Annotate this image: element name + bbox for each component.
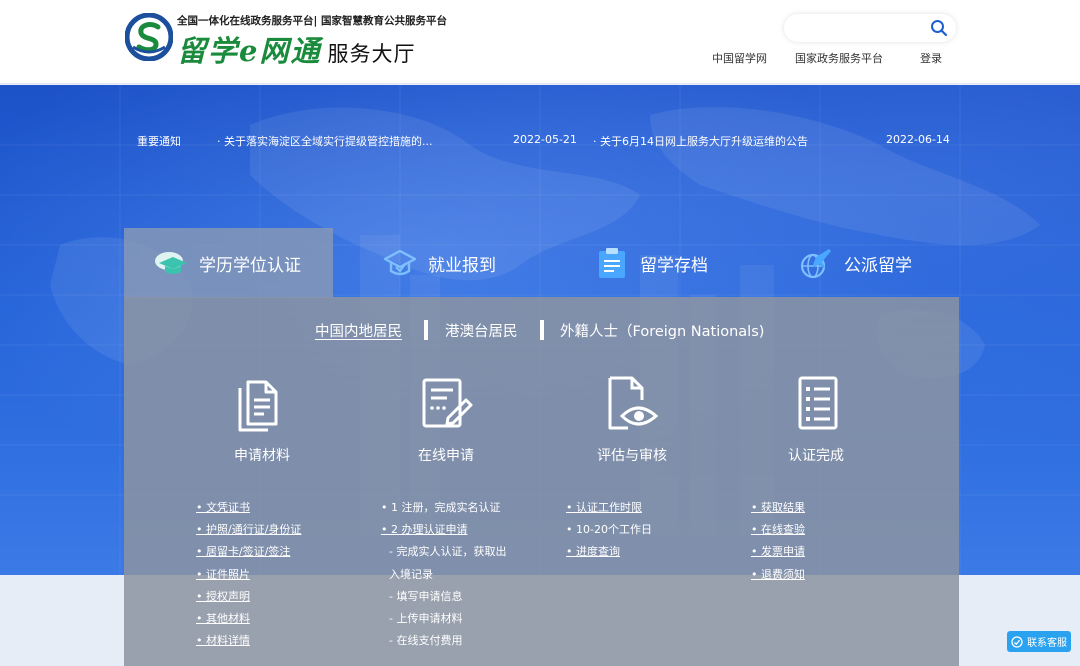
- airplane-globe-icon: [800, 249, 831, 279]
- list-item: • 10-20个工作日: [566, 523, 652, 537]
- online-form-icon: [422, 378, 473, 428]
- list-item[interactable]: • 获取结果: [751, 497, 805, 519]
- documents-icon: [238, 380, 278, 432]
- brand-name: 留学e网通: [177, 34, 322, 68]
- subtab-foreign-nationals[interactable]: 外籍人士（Foreign Nationals): [560, 320, 764, 341]
- step-title-completion: 认证完成: [788, 448, 844, 464]
- step-title-evaluation: 评估与审核: [597, 448, 667, 464]
- online-application-list: • 1 注册，完成实名认证 • 2 办理认证申请 - 完成实人认证，获取出 入境…: [381, 497, 506, 652]
- list-item[interactable]: • 在线查验: [751, 519, 805, 541]
- search-icon[interactable]: [930, 19, 948, 37]
- contact-service-label: 联系客服: [1027, 638, 1067, 649]
- search-box: [784, 14, 956, 42]
- notice-bar: 重要通知 · 关于落实海淀区全域实行提级管控措施的... 2022-05-21 …: [0, 133, 1080, 151]
- evaluation-list: • 认证工作时限 • 10-20个工作日 • 进度查询: [566, 497, 652, 564]
- subtab-mainland-residents[interactable]: 中国内地居民: [315, 320, 402, 341]
- notice-date-1: 2022-05-21: [513, 133, 577, 146]
- site-logo-icon[interactable]: [125, 13, 173, 61]
- notice-label: 重要通知: [137, 135, 181, 148]
- list-subitem: - 填写申请信息: [389, 589, 463, 603]
- step-title-online-application: 在线申请: [418, 448, 474, 464]
- list-item[interactable]: • 进度查询: [566, 541, 652, 563]
- tab-study-abroad-archive[interactable]: 留学存档: [594, 240, 708, 286]
- list-item[interactable]: • 授权声明: [196, 586, 301, 608]
- site-title[interactable]: 留学e网通 服务大厅: [177, 28, 415, 70]
- graduation-cap-icon: [155, 252, 187, 274]
- nav-link-gov-services[interactable]: 国家政务服务平台: [795, 50, 883, 66]
- tab-label: 公派留学: [844, 255, 912, 276]
- list-item[interactable]: • 认证工作时限: [566, 497, 652, 519]
- employment-icon: [383, 249, 417, 276]
- subtab-separator: [424, 320, 428, 340]
- headset-icon: [1011, 635, 1023, 648]
- notice-item-2[interactable]: · 关于6月14日网上服务大厅升级运维的公告: [593, 133, 808, 149]
- archive-document-icon: [599, 248, 625, 278]
- list-item[interactable]: • 2 办理认证申请: [381, 519, 506, 541]
- subtab-separator: [540, 320, 544, 340]
- completion-list: • 获取结果 • 在线查验 • 发票申请 • 退费须知: [751, 497, 805, 586]
- platform-caption: 全国一体化在线政务服务平台| 国家智慧教育公共服务平台: [177, 15, 447, 27]
- tab-degree-certification[interactable]: 学历学位认证: [153, 240, 301, 286]
- list-item: • 1 注册，完成实名认证: [381, 501, 501, 514]
- list-item[interactable]: • 文凭证书: [196, 497, 301, 519]
- list-item[interactable]: • 发票申请: [751, 541, 805, 563]
- residency-subtabs: 中国内地居民 港澳台居民 外籍人士（Foreign Nationals): [0, 320, 1080, 340]
- list-item[interactable]: • 居留卡/签证/签注: [196, 541, 301, 563]
- tab-label: 留学存档: [640, 255, 708, 276]
- list-subitem: - 上传申请材料: [389, 612, 463, 626]
- list-subitem: - 完成实人认证，获取出: [389, 545, 507, 559]
- materials-list: • 文凭证书 • 护照/通行证/身份证 • 居留卡/签证/签注 • 证件照片 •…: [196, 497, 301, 652]
- search-input[interactable]: [794, 18, 924, 38]
- list-item[interactable]: • 材料详情: [196, 630, 301, 652]
- nav-link-cscse[interactable]: 中国留学网: [712, 50, 767, 66]
- notice-item-1[interactable]: · 关于落实海淀区全域实行提级管控措施的...: [217, 133, 432, 149]
- notice-date-2: 2022-06-14: [886, 133, 950, 146]
- step-title-materials: 申请材料: [234, 448, 290, 464]
- list-item[interactable]: • 护照/通行证/身份证: [196, 519, 301, 541]
- contact-service-button[interactable]: 联系客服: [1007, 631, 1071, 652]
- list-subitem: 入境记录: [389, 567, 433, 581]
- checklist-icon: [798, 376, 838, 430]
- subtab-hk-macau-taiwan[interactable]: 港澳台居民: [445, 320, 518, 341]
- list-item[interactable]: • 退费须知: [751, 564, 805, 586]
- tab-government-sponsored[interactable]: 公派留学: [798, 240, 912, 286]
- login-link[interactable]: 登录: [920, 50, 942, 66]
- tab-label: 就业报到: [428, 255, 496, 276]
- site-header: 全国一体化在线政务服务平台| 国家智慧教育公共服务平台 留学e网通 服务大厅 中…: [0, 0, 1080, 84]
- tab-employment-registration[interactable]: 就业报到: [382, 240, 496, 286]
- tab-label: 学历学位认证: [199, 255, 301, 276]
- list-item[interactable]: • 证件照片: [196, 564, 301, 586]
- brand-subtitle: 服务大厅: [327, 42, 416, 66]
- list-subitem: - 在线支付费用: [389, 634, 463, 648]
- list-item[interactable]: • 其他材料: [196, 608, 301, 630]
- review-eye-icon: [608, 376, 659, 430]
